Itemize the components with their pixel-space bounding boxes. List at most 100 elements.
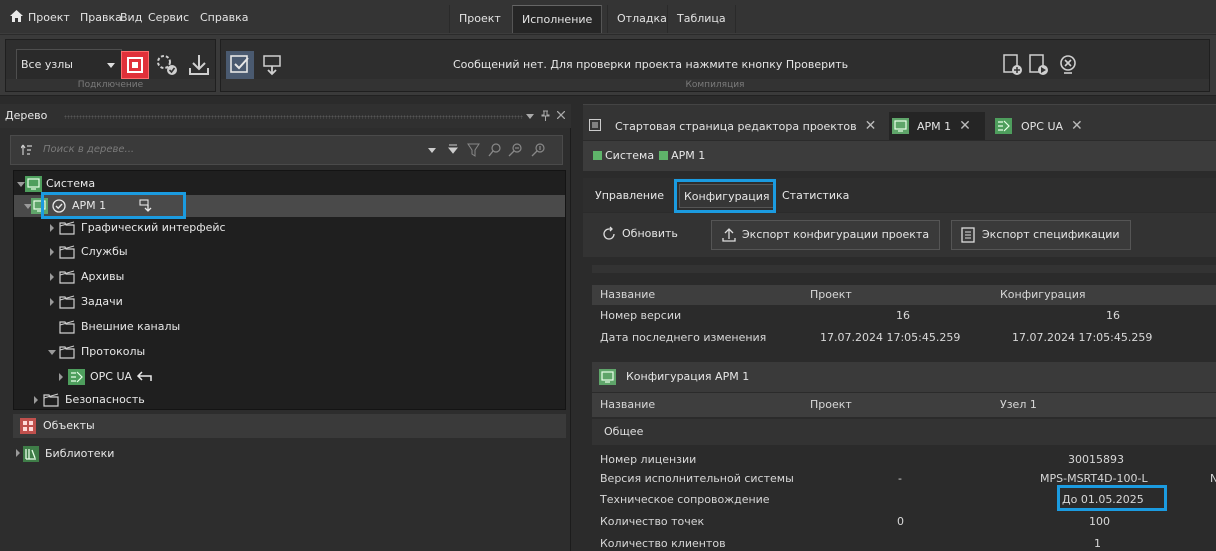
breadcrumb-system[interactable]: Система <box>605 149 654 162</box>
close-icon[interactable]: ✕ <box>1071 118 1083 134</box>
link-back-icon[interactable] <box>136 371 152 383</box>
tree-item-tasks[interactable]: Задачи <box>14 291 565 313</box>
tab-statistics[interactable]: Статистика <box>778 184 853 208</box>
expander-icon[interactable] <box>50 273 54 281</box>
libraries-section[interactable]: Библиотеки <box>13 442 566 466</box>
panel-menu-icon[interactable] <box>526 112 534 120</box>
cell-project: 17.07.2024 17:05:45.259 <box>820 331 961 344</box>
filter-dropdown-icon[interactable] <box>448 144 458 156</box>
tree-item-label: Графический интерфейс <box>81 221 226 234</box>
ribbon-tab-debug[interactable]: Отладка <box>607 5 676 33</box>
breadcrumb-arm[interactable]: АРМ 1 <box>671 149 705 162</box>
tree-panel: Дерево Поиск в дереве... Система АРМ 1 Г… <box>0 104 571 551</box>
menu-help[interactable]: Справка <box>200 11 248 24</box>
system-breadcrumb-icon <box>593 151 602 160</box>
compile-group-label: Компиляция <box>221 79 1209 91</box>
deploy-icon[interactable] <box>998 51 1026 79</box>
tree-item-security[interactable]: Безопасность <box>14 389 565 411</box>
home-icon[interactable] <box>10 10 23 22</box>
tree-search-bar: Поиск в дереве... <box>10 135 563 165</box>
export-config-button[interactable]: Экспорт конфигурации проекта <box>711 220 941 250</box>
table-row: Количество клиентов 1 <box>592 533 1216 551</box>
opcua-icon <box>995 118 1012 134</box>
tree-item-protocols[interactable]: Протоколы <box>14 341 565 363</box>
cell-name: Версия исполнительной системы <box>600 472 794 485</box>
tab-label: OPC UA <box>1021 120 1064 133</box>
tree-item-external-channels[interactable]: Внешние каналы <box>14 316 565 338</box>
export-spec-button[interactable]: Экспорт спецификации <box>951 220 1131 250</box>
tab-opcua[interactable]: OPC UA ✕ <box>991 112 1101 140</box>
nodes-select-value: Все узлы <box>21 58 73 71</box>
folder-icon <box>59 245 75 259</box>
expander-icon[interactable] <box>50 248 54 256</box>
cell-name: Дата последнего изменения <box>600 331 767 344</box>
tree-item-label: Службы <box>81 245 128 258</box>
connection-group: Все узлы Подключение <box>5 39 216 92</box>
ribbon-tab-project[interactable]: Проект <box>449 5 510 33</box>
expander-icon[interactable] <box>16 449 20 457</box>
cancel-compile-icon[interactable] <box>1054 51 1082 79</box>
menu-project[interactable]: Проект <box>28 11 70 24</box>
objects-section[interactable]: Объекты <box>13 414 566 438</box>
cell-node: 1 <box>1094 537 1101 550</box>
menu-edit[interactable]: Правка <box>80 11 122 24</box>
drag-grip[interactable] <box>64 115 523 119</box>
build-icon[interactable] <box>258 51 286 79</box>
chevron-down-icon[interactable] <box>428 146 436 154</box>
tree-view: Система АРМ 1 Графический интерфейс Служ… <box>13 170 566 410</box>
close-icon[interactable] <box>557 111 565 119</box>
expander-icon[interactable] <box>17 182 25 187</box>
breadcrumb: Система АРМ 1 <box>583 141 1216 171</box>
filter-icon[interactable] <box>467 143 480 157</box>
objects-icon <box>20 418 36 434</box>
export-config-label: Экспорт конфигурации проекта <box>742 228 930 241</box>
deploy-start-icon[interactable] <box>1024 51 1052 79</box>
tree-item-gui[interactable]: Графический интерфейс <box>14 217 565 239</box>
version-table: Название Проект Конфигурация Номер верси… <box>592 265 1216 344</box>
cell-name: Номер лицензии <box>600 453 697 466</box>
search-prev-icon[interactable] <box>531 143 545 157</box>
table-row: Количество точек 0 100 <box>592 511 1216 532</box>
refresh-button[interactable]: Обновить <box>592 220 688 250</box>
highlight-box <box>41 192 186 219</box>
ribbon-tab-execution[interactable]: Исполнение <box>512 5 603 33</box>
nodes-select[interactable]: Все узлы <box>16 49 122 81</box>
tree-search-input[interactable]: Поиск в дереве... <box>43 144 134 155</box>
stop-button[interactable] <box>121 51 149 79</box>
expander-icon[interactable] <box>48 350 56 355</box>
tree-item-label: Безопасность <box>65 393 145 406</box>
tree-item-opcua[interactable]: OPC UA <box>14 366 565 388</box>
check-project-icon[interactable] <box>226 51 254 79</box>
cell-name: Техническое сопровождение <box>600 493 770 506</box>
settings-check-icon[interactable] <box>153 51 181 79</box>
objects-label: Объекты <box>43 419 95 432</box>
expander-icon[interactable] <box>50 224 54 232</box>
menu-view[interactable]: Вид <box>120 11 142 24</box>
ribbon-tab-table[interactable]: Таблица <box>667 5 736 33</box>
tab-arm1[interactable]: АРМ 1 ✕ <box>889 112 985 140</box>
tab-list-icon[interactable] <box>589 119 601 131</box>
tree-panel-titlebar: Дерево <box>0 104 571 128</box>
expander-icon[interactable] <box>50 298 54 306</box>
cell-name: Количество клиентов <box>600 537 726 550</box>
tree-item-services[interactable]: Службы <box>14 241 565 263</box>
tab-management[interactable]: Управление <box>591 184 668 208</box>
expander-icon[interactable] <box>34 396 38 404</box>
close-icon[interactable]: ✕ <box>865 118 877 134</box>
search-icon[interactable] <box>488 143 501 157</box>
cell-name: Количество точек <box>600 515 705 528</box>
tree-item-label: Протоколы <box>81 345 146 358</box>
cell-node: 100 <box>1089 515 1110 528</box>
download-icon[interactable] <box>185 51 213 79</box>
tree-sort-icon[interactable] <box>21 144 33 156</box>
menu-service[interactable]: Сервис <box>148 11 189 24</box>
cell-project: - <box>898 472 902 485</box>
compile-group: Сообщений нет. Для проверки проекта нажм… <box>220 39 1210 92</box>
tree-item-archives[interactable]: Архивы <box>14 266 565 288</box>
search-next-icon[interactable] <box>508 143 522 157</box>
tab-start-page[interactable]: Стартовая страница редактора проектов ✕ <box>609 112 876 140</box>
tab-label: Стартовая страница редактора проектов <box>615 120 857 133</box>
expander-icon[interactable] <box>59 373 63 381</box>
pin-icon[interactable] <box>541 110 550 121</box>
close-icon[interactable]: ✕ <box>959 118 971 134</box>
